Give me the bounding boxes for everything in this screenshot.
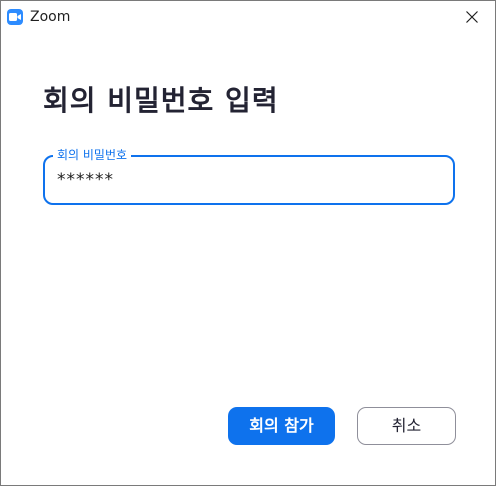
close-button[interactable]: [449, 1, 495, 33]
meeting-password-field[interactable]: 회의 비밀번호: [43, 148, 455, 205]
window-title: Zoom: [30, 9, 71, 25]
join-meeting-button[interactable]: 회의 참가: [228, 407, 335, 445]
zoom-camera-icon: [7, 9, 23, 25]
title-bar: Zoom: [1, 1, 495, 33]
page-title: 회의 비밀번호 입력: [43, 84, 279, 117]
cancel-button[interactable]: 취소: [357, 407, 456, 445]
password-input[interactable]: [57, 169, 437, 191]
close-icon: [466, 11, 478, 23]
zoom-password-dialog: Zoom 회의 비밀번호 입력 회의 비밀번호 회의 참가 취소: [0, 0, 496, 486]
password-field-label: 회의 비밀번호: [53, 148, 132, 162]
